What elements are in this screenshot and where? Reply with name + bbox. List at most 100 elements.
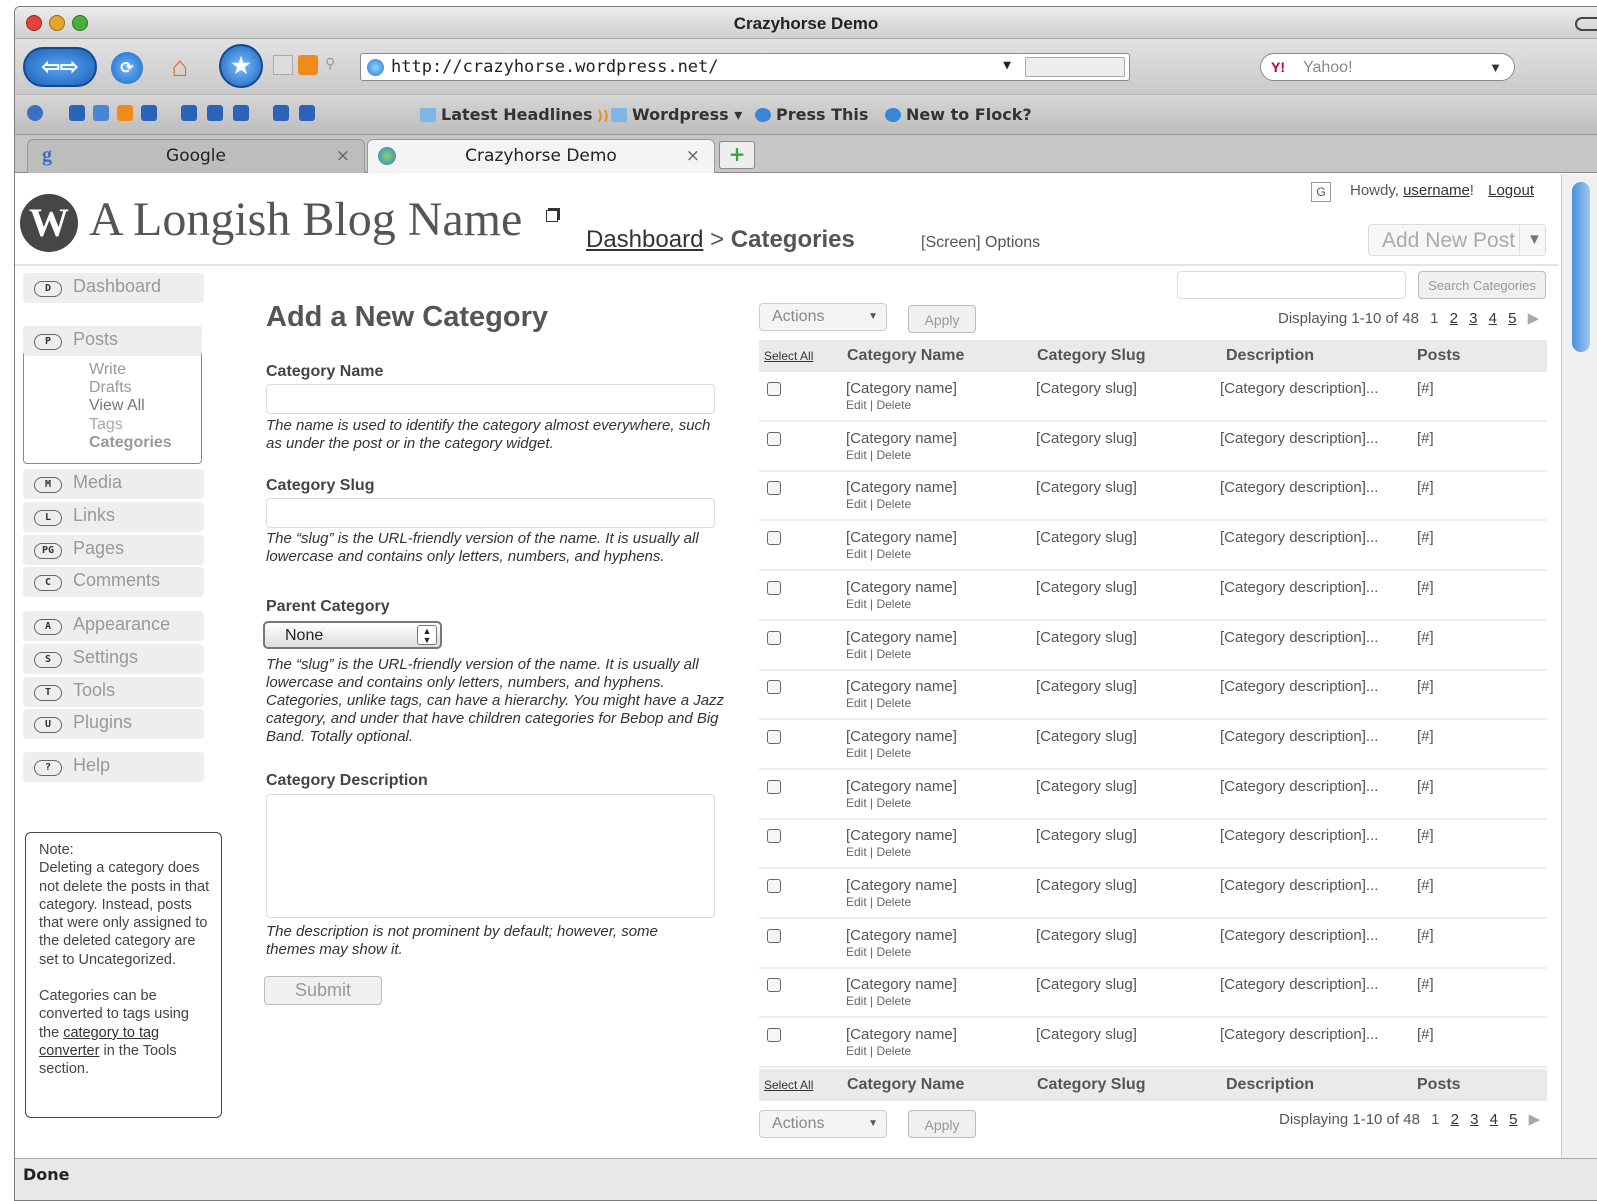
row-actions[interactable]: Edit | Delete (846, 895, 911, 909)
back-forward-button[interactable]: ⇦⇨ (23, 47, 97, 87)
search-box[interactable]: Y! Yahoo! ▼ (1260, 53, 1515, 81)
column-header-name[interactable]: Category Name (847, 347, 964, 365)
category-name-cell[interactable]: [Category name] (846, 529, 957, 546)
row-actions[interactable]: Edit | Delete (846, 398, 911, 412)
row-actions[interactable]: Edit | Delete (846, 746, 911, 760)
next-page-icon[interactable]: ▶ (1528, 310, 1540, 327)
profile-icon[interactable] (69, 105, 85, 121)
row-checkbox[interactable] (767, 680, 781, 695)
bulk-actions-select-bottom[interactable]: Actions ▼ (759, 1110, 887, 1138)
page-link-3[interactable]: 3 (1469, 310, 1477, 327)
tab-close-icon[interactable]: × (336, 146, 350, 166)
scrollbar-thumb[interactable] (1572, 182, 1590, 352)
column-header-name[interactable]: Category Name (847, 1076, 964, 1094)
select-all-link[interactable]: Select All (764, 1078, 813, 1092)
sidebar-item-appearance[interactable]: A Appearance (23, 611, 204, 641)
category-name-cell[interactable]: [Category name] (846, 579, 957, 596)
post-count-cell[interactable]: [#] (1417, 976, 1434, 993)
tab-crazyhorse-demo[interactable]: Crazyhorse Demo × (367, 139, 715, 173)
category-name-cell[interactable]: [Category name] (846, 430, 957, 447)
sidebar-item-media[interactable]: M Media (23, 469, 204, 499)
sidebar-item-links[interactable]: L Links (23, 502, 204, 532)
post-count-cell[interactable]: [#] (1417, 479, 1434, 496)
category-name-cell[interactable]: [Category name] (846, 728, 957, 745)
row-actions[interactable]: Edit | Delete (846, 1044, 911, 1058)
sidebar-subitem-write[interactable]: Write (89, 361, 126, 379)
flock-people-icon[interactable] (27, 105, 43, 121)
row-checkbox[interactable] (767, 879, 781, 893)
post-count-cell[interactable]: [#] (1417, 629, 1434, 646)
row-checkbox[interactable] (767, 928, 781, 943)
post-count-cell[interactable]: [#] (1417, 728, 1434, 745)
row-checkbox[interactable] (767, 481, 781, 496)
row-checkbox[interactable] (767, 580, 781, 595)
page-link-3[interactable]: 3 (1470, 1111, 1478, 1128)
feeds-icon[interactable] (117, 105, 133, 121)
page-link-2[interactable]: 2 (1451, 1111, 1459, 1128)
wordpress-logo-icon[interactable]: W (20, 194, 78, 252)
post-count-cell[interactable]: [#] (1417, 1026, 1434, 1043)
page-link-4[interactable]: 4 (1490, 1111, 1498, 1128)
bookmark-new-to-flock[interactable]: New to Flock? (885, 105, 1032, 124)
row-actions[interactable]: Edit | Delete (846, 796, 911, 810)
photos-icon[interactable] (93, 105, 109, 121)
post-count-cell[interactable]: [#] (1417, 827, 1434, 844)
sidebar-item-posts[interactable]: P Posts (23, 326, 202, 356)
rss-icon[interactable] (298, 55, 318, 75)
breadcrumb-dashboard-link[interactable]: Dashboard (586, 226, 703, 253)
category-name-cell[interactable]: [Category name] (846, 877, 957, 894)
apply-button-bottom[interactable]: Apply (908, 1110, 976, 1138)
column-header-posts[interactable]: Posts (1417, 1076, 1461, 1094)
row-checkbox[interactable] (767, 1028, 781, 1043)
category-name-cell[interactable]: [Category name] (846, 629, 957, 646)
clip-icon[interactable] (273, 55, 293, 75)
row-actions[interactable]: Edit | Delete (846, 945, 911, 959)
category-name-cell[interactable]: [Category name] (846, 927, 957, 944)
row-actions[interactable]: Edit | Delete (846, 497, 911, 511)
pin-icon[interactable] (207, 105, 223, 121)
star-button[interactable]: ★ (219, 44, 263, 88)
post-count-cell[interactable]: [#] (1417, 877, 1434, 894)
category-name-cell[interactable]: [Category name] (846, 479, 957, 496)
page-link-2[interactable]: 2 (1450, 310, 1458, 327)
row-checkbox[interactable] (767, 729, 781, 744)
chevron-down-icon[interactable]: ▼ (1519, 225, 1545, 255)
column-header-posts[interactable]: Posts (1417, 347, 1461, 365)
post-count-cell[interactable]: [#] (1417, 678, 1434, 695)
row-actions[interactable]: Edit | Delete (846, 647, 911, 661)
sidebar-subitem-tags[interactable]: Tags (89, 416, 123, 434)
sidebar-item-help[interactable]: ? Help (23, 752, 204, 782)
page-link-1[interactable]: 1 (1431, 1111, 1439, 1128)
page-actions-icon[interactable] (1025, 57, 1125, 77)
post-count-cell[interactable]: [#] (1417, 778, 1434, 795)
column-header-description[interactable]: Description (1226, 347, 1314, 365)
bulk-actions-select[interactable]: Actions ▼ (759, 303, 887, 331)
sidebar-item-comments[interactable]: C Comments (23, 567, 204, 597)
sidebar-item-pages[interactable]: PG Pages (23, 535, 204, 565)
category-name-cell[interactable]: [Category name] (846, 778, 957, 795)
column-header-slug[interactable]: Category Slug (1037, 347, 1145, 365)
post-count-cell[interactable]: [#] (1417, 579, 1434, 596)
row-checkbox[interactable] (767, 431, 781, 446)
category-name-cell[interactable]: [Category name] (846, 827, 957, 844)
new-tab-button[interactable]: + (719, 141, 755, 169)
external-link-icon[interactable] (546, 210, 558, 222)
username-link[interactable]: username (1403, 182, 1470, 199)
screen-options-link[interactable]: [Screen] Options (921, 234, 1040, 252)
row-checkbox[interactable] (767, 779, 781, 794)
column-header-slug[interactable]: Category Slug (1037, 1076, 1145, 1094)
add-new-post-button[interactable]: Add New Post ▼ (1368, 224, 1546, 256)
page-link-1[interactable]: 1 (1430, 310, 1438, 327)
sidebar-item-settings[interactable]: S Settings (23, 644, 204, 674)
sidebar-item-plugins[interactable]: U Plugins (23, 709, 204, 739)
page-link-4[interactable]: 4 (1489, 310, 1497, 327)
tab-google[interactable]: g Google × (27, 139, 365, 173)
row-actions[interactable]: Edit | Delete (846, 696, 911, 710)
bookmark-latest-headlines[interactable]: Latest Headlines )) (420, 105, 609, 124)
row-checkbox[interactable] (767, 382, 781, 396)
search-categories-button[interactable]: Search Categories (1418, 271, 1546, 299)
reload-button[interactable]: ⟳ (111, 52, 143, 84)
url-dropdown-icon[interactable]: ▼ (1003, 58, 1011, 73)
sidebar-subitem-view-all[interactable]: View All (89, 397, 145, 415)
sidebar-subitem-drafts[interactable]: Drafts (89, 379, 132, 397)
